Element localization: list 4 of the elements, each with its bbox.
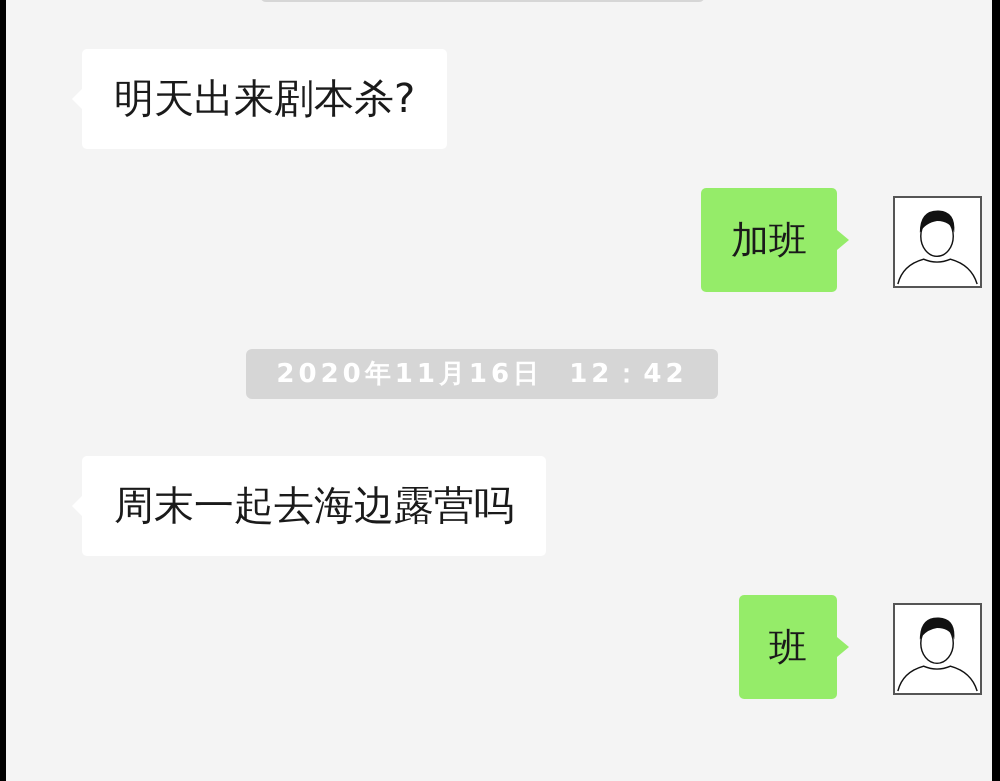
bubble-tail [837, 637, 849, 657]
avatar[interactable] [893, 603, 982, 695]
avatar[interactable] [893, 196, 982, 288]
bubble-tail [837, 230, 849, 250]
